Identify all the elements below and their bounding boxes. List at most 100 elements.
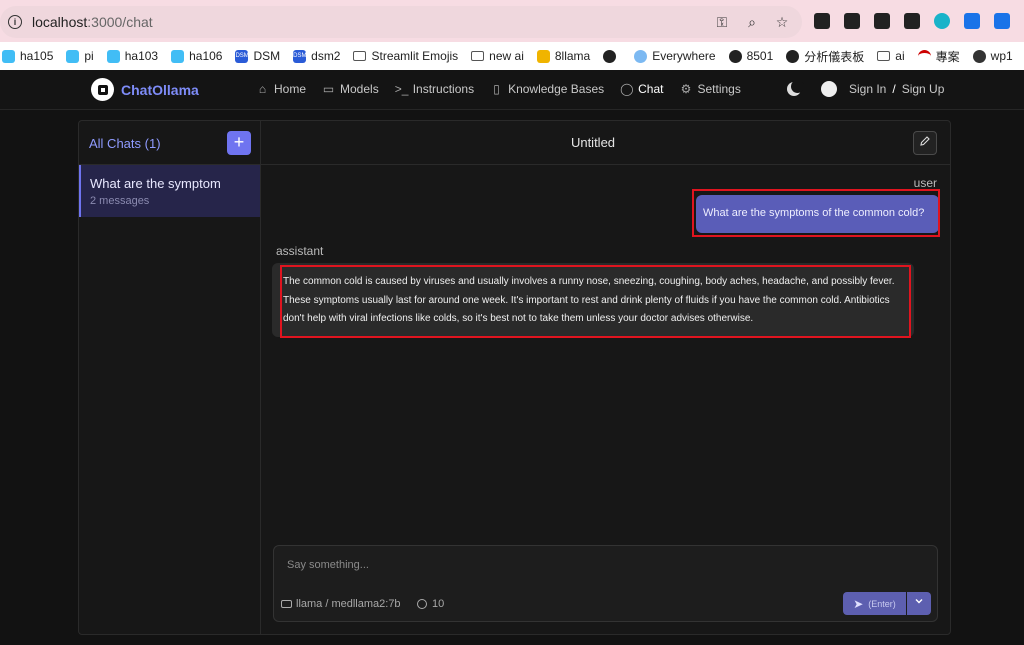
bookmark-label: ha106 <box>189 49 223 63</box>
chat-sidebar: All Chats (1) + What are the symptom 2 m… <box>79 121 261 634</box>
bookmark-item[interactable]: 專案 <box>917 48 960 65</box>
send-options-button[interactable] <box>907 592 931 615</box>
bookmark-label: 專案 <box>935 49 960 64</box>
app-navbar: ChatOllama ⌂ Home ▭ Models >_ Instructions ▯ Kn… <box>0 70 1024 110</box>
app-logo[interactable]: ChatOllama <box>91 78 199 101</box>
folder-icon <box>353 51 367 61</box>
bookmark-item[interactable]: Streamlit Emojis <box>353 49 458 63</box>
bookmark-item[interactable]: ai <box>877 49 905 63</box>
chat-item-title: What are the symptom <box>90 176 221 191</box>
chevron-down-icon <box>915 599 923 604</box>
nav-label: Models <box>340 82 379 96</box>
dsm-icon: DSM <box>235 49 249 63</box>
dark-mode-icon[interactable] <box>787 80 804 96</box>
bookmark-item[interactable]: ha103 <box>106 49 158 63</box>
terminal-icon: >_ <box>394 82 409 96</box>
home-assistant-icon <box>2 49 15 63</box>
chat-icon: ◯ <box>620 82 634 96</box>
message-composer[interactable]: Say something... llama / medllama2:7b 10… <box>273 545 938 622</box>
bookmark-item[interactable]: 分析儀表板 <box>786 48 864 65</box>
bookmark-item[interactable]: Everywhere <box>634 49 716 63</box>
bookmark-item[interactable]: 8501 <box>728 49 773 63</box>
send-label: (Enter) <box>868 598 896 609</box>
nav-item-instructions[interactable]: >_ Instructions <box>395 82 474 96</box>
models-icon: ▭ <box>322 82 335 96</box>
nav-item-knowledge-bases[interactable]: ▯ Knowledge Bases <box>490 82 604 96</box>
history-icon <box>417 599 427 609</box>
browser-toolbar: i localhost:3000/chat ⚿ ⌕ ☆ <box>0 0 1024 42</box>
highlight-box <box>280 265 911 338</box>
site-info-icon[interactable]: i <box>8 15 22 29</box>
sidebar-header: All Chats (1) + <box>79 121 260 165</box>
zoom-icon[interactable]: ⌕ <box>744 14 760 30</box>
history-value: 10 <box>432 598 445 610</box>
app-name: ChatOllama <box>121 81 199 98</box>
bookmark-label: DSM <box>253 49 281 63</box>
nav-item-chat[interactable]: ◯ Chat <box>620 82 663 96</box>
nav-label: Instructions <box>412 82 475 96</box>
book-icon: ▯ <box>493 82 500 96</box>
nav-item-models[interactable]: ▭ Models <box>322 82 379 96</box>
bookmark-label: ai <box>895 49 905 63</box>
bookmark-label: 8llama <box>554 49 591 63</box>
folder-icon <box>471 51 485 61</box>
address-bar[interactable]: i localhost:3000/chat ⚿ ⌕ ☆ <box>0 6 802 38</box>
bookmark-label: Everywhere <box>652 49 716 63</box>
globe-icon <box>972 49 986 63</box>
history-count[interactable]: 10 <box>417 598 444 610</box>
nav-item-home[interactable]: ⌂ Home <box>256 82 306 96</box>
chatollama-logo-icon <box>91 78 114 101</box>
home-assistant-icon <box>66 49 80 63</box>
gear-icon: ⚙ <box>680 82 692 96</box>
sign-up-link[interactable]: Sign Up <box>902 82 945 96</box>
edit-title-button[interactable] <box>913 131 937 155</box>
sign-in-link[interactable]: Sign In <box>849 82 886 96</box>
model-icon <box>281 600 292 608</box>
cloud-icon <box>634 49 648 63</box>
bookmark-item[interactable]: ha105 <box>2 49 53 63</box>
extension-icon[interactable] <box>934 13 950 29</box>
send-extension-icon[interactable] <box>844 13 860 29</box>
home-assistant-icon <box>106 49 120 63</box>
bookmark-item[interactable]: wp1 <box>972 49 1013 63</box>
chat-list-item[interactable]: What are the symptom 2 messages <box>79 165 260 217</box>
new-chat-button[interactable]: + <box>227 131 251 155</box>
bookmark-item[interactable] <box>603 49 621 63</box>
bookmark-label: pi <box>84 49 94 63</box>
nav-item-settings[interactable]: ⚙ Settings <box>680 82 741 96</box>
home-assistant-icon <box>171 49 185 63</box>
bookmark-item[interactable]: DSM DSM <box>235 49 280 63</box>
bookmark-item[interactable]: ha106 <box>171 49 222 63</box>
bookmark-item[interactable]: new ai <box>471 49 524 63</box>
bookmark-item[interactable]: pi <box>66 49 94 63</box>
assistant-role-label: assistant <box>276 244 324 258</box>
bookmark-star-icon[interactable]: ☆ <box>774 14 790 30</box>
chat-main: Untitled user What are the symptoms of t… <box>261 121 950 634</box>
github-icon[interactable] <box>821 81 837 97</box>
model-selector[interactable]: llama / medllama2:7b <box>281 598 401 610</box>
chat-item-count: 2 messages <box>90 195 150 207</box>
password-key-icon[interactable]: ⚿ <box>714 14 730 30</box>
chat-panel: All Chats (1) + What are the symptom 2 m… <box>78 120 951 635</box>
model-name: llama / medllama2:7b <box>296 598 401 610</box>
bookmark-item[interactable]: DSM dsm2 <box>293 49 340 63</box>
send-button[interactable]: ➤ (Enter) <box>843 592 906 615</box>
home-icon: ⌂ <box>258 82 267 96</box>
extension-icon[interactable] <box>964 13 980 29</box>
bookmark-label: dsm2 <box>311 49 341 63</box>
bookmark-item[interactable]: 8llama <box>536 49 591 63</box>
bookmarks-bar: ha105 pi ha103 ha106 DSM DSM DSM dsm2 Streamlit … <box>0 42 1024 70</box>
extension-icon[interactable] <box>904 13 920 29</box>
chat-header: Untitled <box>261 121 950 165</box>
message-input[interactable]: Say something... <box>287 559 369 571</box>
extension-icon[interactable] <box>874 13 890 29</box>
nav-label: Home <box>274 82 307 96</box>
crown-icon <box>603 49 617 63</box>
extension-icon[interactable] <box>994 13 1010 29</box>
url-text[interactable]: localhost:3000/chat <box>32 14 153 30</box>
arc-icon <box>917 49 931 63</box>
all-chats-title: All Chats (1) <box>89 136 161 151</box>
send-icon: ➤ <box>853 596 864 611</box>
notion-extension-icon[interactable] <box>814 13 830 29</box>
nav-label: Knowledge Bases <box>508 82 605 96</box>
